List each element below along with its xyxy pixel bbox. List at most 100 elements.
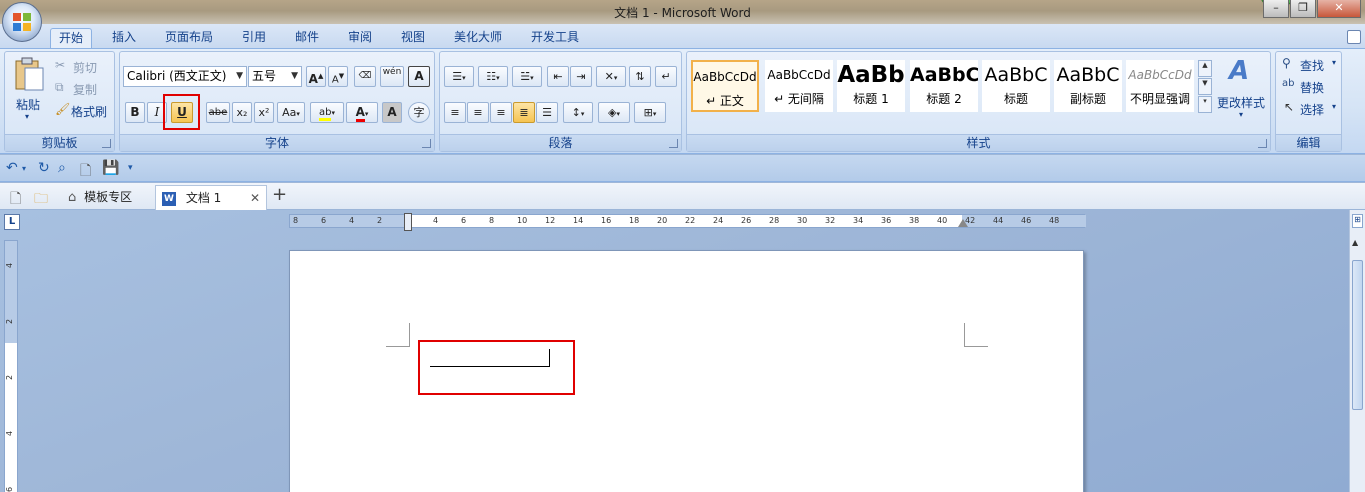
tab-view[interactable]: 视图: [393, 28, 433, 48]
change-case-button[interactable]: Aa▾: [277, 102, 305, 123]
vertical-ruler[interactable]: 4 2 2 4 6: [4, 240, 18, 492]
strikethrough-button[interactable]: abe: [206, 102, 230, 123]
print-preview-icon[interactable]: ⌕: [58, 160, 66, 176]
new-file-icon[interactable]: 🗋: [10, 188, 21, 212]
tab-template-zone[interactable]: ⌂ 模板专区: [62, 185, 154, 210]
undo-icon[interactable]: ↶: [6, 160, 18, 176]
line-spacing-button[interactable]: ↕▾: [563, 102, 593, 123]
cut-button[interactable]: ✂ 剪切: [53, 58, 111, 76]
paste-button[interactable]: 粘贴 ▾: [9, 56, 49, 124]
copy-button[interactable]: ⧉ 复制: [53, 80, 111, 98]
tab-insert[interactable]: 插入: [104, 28, 144, 48]
phonetic-guide-button[interactable]: wén: [380, 66, 404, 87]
scroll-up-arrow-icon[interactable]: ▲: [1352, 238, 1358, 247]
folder-icon[interactable]: 🗀: [34, 188, 48, 212]
paragraph-launcher-icon[interactable]: [669, 139, 678, 148]
decrease-indent-button[interactable]: ⇤: [547, 66, 569, 87]
right-indent-marker-icon[interactable]: [958, 219, 968, 227]
save-icon[interactable]: 💾: [102, 160, 119, 176]
ruler-tick-label: 8: [293, 216, 299, 225]
character-shading-button[interactable]: A: [382, 102, 402, 123]
styles-scroll-up-button[interactable]: ▲: [1198, 60, 1212, 77]
numbering-button[interactable]: ☷▾: [478, 66, 508, 87]
minimize-button[interactable]: –: [1263, 0, 1289, 18]
font-color-button[interactable]: A▾: [346, 102, 378, 123]
style-no-spacing[interactable]: AaBbCcDd ↵ 无间隔: [765, 60, 833, 112]
sort-button[interactable]: ⇅: [629, 66, 651, 87]
indent-marker-icon[interactable]: [404, 213, 412, 231]
align-center-button[interactable]: ≡: [467, 102, 489, 123]
ruler-tick-label: 28: [769, 216, 780, 225]
close-window-button[interactable]: ✕: [1317, 0, 1361, 18]
customize-qat-icon[interactable]: ▾: [128, 163, 133, 173]
select-button[interactable]: ↖ 选择 ▾: [1280, 100, 1340, 118]
format-painter-button[interactable]: 🖌 格式刷: [53, 102, 113, 120]
superscript-button[interactable]: x²: [254, 102, 274, 123]
align-right-button[interactable]: ≡: [490, 102, 512, 123]
vertical-scrollbar[interactable]: ⊞ ▲: [1349, 210, 1365, 492]
scroll-thumb[interactable]: [1352, 260, 1363, 410]
highlight-color-button[interactable]: ab▾: [310, 102, 344, 123]
chevron-down-icon[interactable]: ▾: [22, 164, 26, 173]
styles-more-button[interactable]: ▾: [1198, 96, 1212, 113]
close-tab-icon[interactable]: ✕: [250, 186, 260, 210]
justify-button[interactable]: ≣: [513, 102, 535, 123]
tab-selector-button[interactable]: L: [4, 214, 20, 230]
shrink-font-button[interactable]: A▼: [328, 66, 348, 87]
ruler-tick-label: 2: [377, 216, 383, 225]
styles-scroll-down-button[interactable]: ▼: [1198, 78, 1212, 95]
ruler-tick-label: 14: [573, 216, 584, 225]
shading-button[interactable]: ◈▾: [598, 102, 630, 123]
style-subtitle[interactable]: AaBbC 副标题: [1054, 60, 1122, 112]
show-marks-button[interactable]: ↵: [655, 66, 677, 87]
new-document-icon[interactable]: 🗋: [80, 160, 91, 184]
find-button[interactable]: ⚲ 查找 ▾: [1280, 56, 1340, 74]
font-launcher-icon[interactable]: [422, 139, 431, 148]
clipboard-launcher-icon[interactable]: [102, 139, 111, 148]
style-subtle-emphasis[interactable]: AaBbCcDd 不明显强调: [1126, 60, 1194, 112]
change-styles-button[interactable]: A 更改样式 ▾: [1215, 56, 1271, 126]
increase-indent-button[interactable]: ⇥: [570, 66, 592, 87]
align-center-icon: ≡: [473, 106, 483, 119]
multilevel-list-button[interactable]: ☱▾: [512, 66, 542, 87]
restore-button[interactable]: ❐: [1290, 0, 1316, 18]
borders-button[interactable]: ⊞▾: [634, 102, 666, 123]
font-size-select[interactable]: 五号 ▼: [248, 66, 302, 87]
bullets-button[interactable]: ☰▾: [444, 66, 474, 87]
tab-document-1[interactable]: W 文档 1 ✕: [155, 185, 267, 210]
enclose-character-button[interactable]: 字: [408, 102, 430, 123]
font-name-select[interactable]: Calibri (西文正文) ▼: [123, 66, 247, 87]
align-left-button[interactable]: ≡: [444, 102, 466, 123]
horizontal-ruler[interactable]: 8642246810121416182022242628303234363840…: [289, 213, 1086, 231]
chinese-layout-button[interactable]: ✕▾: [596, 66, 626, 87]
tab-review[interactable]: 审阅: [340, 28, 380, 48]
tab-developer[interactable]: 开发工具: [523, 28, 587, 48]
tab-beautify[interactable]: 美化大师: [446, 28, 510, 48]
style-title[interactable]: AaBbC 标题: [982, 60, 1050, 112]
replace-button[interactable]: ab 替换: [1280, 78, 1340, 96]
character-border-button[interactable]: A: [408, 66, 430, 87]
redo-icon[interactable]: ↻: [38, 160, 50, 176]
styles-group-label: 样式: [687, 134, 1270, 151]
tab-page-layout[interactable]: 页面布局: [157, 28, 221, 48]
grow-font-button[interactable]: A▲: [306, 66, 326, 87]
ruler-toggle-icon[interactable]: ⊞: [1352, 214, 1363, 228]
office-button[interactable]: [2, 2, 42, 42]
distribute-button[interactable]: ☰: [536, 102, 558, 123]
paragraph-mark-icon: ↵: [661, 70, 671, 83]
style-normal[interactable]: AaBbCcDd ↵ 正文: [691, 60, 759, 112]
chevron-down-icon: ▾: [1239, 110, 1244, 119]
styles-launcher-icon[interactable]: [1258, 139, 1267, 148]
tab-references[interactable]: 引用: [234, 28, 274, 48]
document-page[interactable]: [289, 250, 1084, 492]
subscript-button[interactable]: x₂: [232, 102, 252, 123]
tab-home[interactable]: 开始: [50, 28, 93, 48]
bold-button[interactable]: B: [125, 102, 145, 123]
style-heading-1[interactable]: AaBb 标题 1: [837, 60, 905, 112]
clear-format-button[interactable]: ⌫: [354, 66, 376, 87]
help-icon[interactable]: [1347, 30, 1361, 44]
tab-mailings[interactable]: 邮件: [287, 28, 327, 48]
copy-icon: ⧉: [55, 80, 64, 94]
add-tab-icon[interactable]: +: [272, 184, 287, 205]
style-heading-2[interactable]: AaBbC 标题 2: [910, 60, 978, 112]
